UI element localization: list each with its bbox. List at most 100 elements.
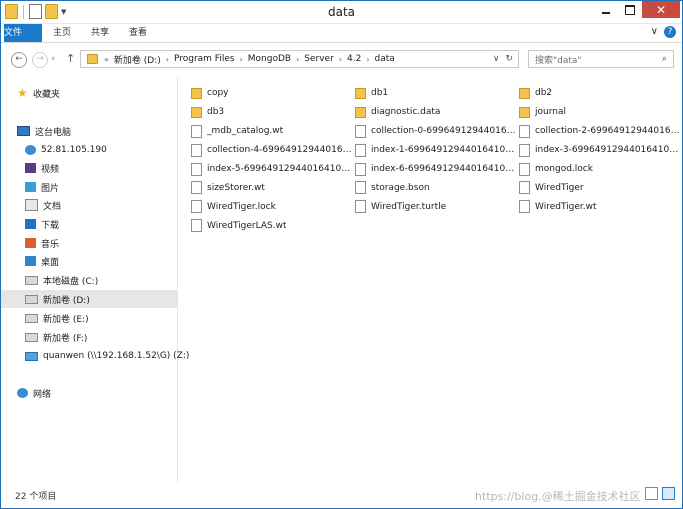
file-icon: [191, 200, 202, 214]
file-name: storage.bson: [371, 182, 430, 193]
file-item[interactable]: mongod.lock: [519, 160, 683, 179]
breadcrumb-item[interactable]: 新加卷 (D:): [114, 53, 161, 66]
file-item[interactable]: storage.bson: [355, 178, 519, 197]
file-grid: copy db1 db2 db3 diagnostic.data journal _mdb_…: [191, 84, 683, 235]
file-item[interactable]: WiredTiger.lock: [191, 197, 355, 216]
sidebar-item-drive-c[interactable]: 本地磁盘 (C:): [25, 271, 177, 289]
folder-item[interactable]: diagnostic.data: [355, 103, 519, 122]
file-item[interactable]: index-3-6996491294401641067.wt: [519, 141, 683, 160]
file-icon: [519, 200, 530, 214]
file-item[interactable]: sizeStorer.wt: [191, 178, 355, 197]
drive-icon: [25, 313, 38, 323]
address-bar[interactable]: « 新加卷 (D:) › Program Files › MongoDB › S…: [80, 50, 519, 68]
search-input[interactable]: 搜索"data" ⌕: [528, 50, 674, 68]
file-icon: [355, 143, 366, 157]
sidebar-item-drive-e[interactable]: 新加卷 (E:): [25, 309, 177, 327]
file-item[interactable]: collection-2-699649129440164107...: [519, 122, 683, 141]
file-item[interactable]: index-6-6996491294401641067.wt: [355, 160, 519, 179]
folder-item[interactable]: db1: [355, 84, 519, 103]
tab-file[interactable]: 文件: [4, 24, 42, 42]
file-name: WiredTigerLAS.wt: [207, 220, 287, 231]
file-name: collection-4-699649129440164107...: [207, 145, 352, 156]
back-button[interactable]: ←: [11, 52, 27, 68]
network-drive-icon: [25, 351, 38, 361]
file-item[interactable]: WiredTiger.turtle: [355, 197, 519, 216]
tab-view[interactable]: 查看: [119, 24, 157, 42]
sidebar-item-network[interactable]: 网络: [17, 384, 177, 402]
file-name: index-1-6996491294401641067.wt: [371, 145, 516, 156]
documents-icon: [25, 199, 38, 211]
sidebar-item-desktop[interactable]: 桌面: [25, 252, 177, 270]
address-dropdown[interactable]: ∨: [493, 54, 500, 64]
downloads-icon: [25, 219, 36, 229]
folder-item[interactable]: db3: [191, 103, 355, 122]
tab-home[interactable]: 主页: [45, 24, 79, 42]
file-item[interactable]: WiredTigerLAS.wt: [191, 216, 355, 235]
navigation-pane: ★ 收藏夹 这台电脑 52.81.105.190 视频 图片 文档 下载 音乐 …: [1, 77, 189, 482]
file-icon: [355, 200, 366, 214]
file-item[interactable]: index-5-6996491294401641067.wt: [191, 160, 355, 179]
maximize-button[interactable]: [618, 1, 642, 18]
expand-ribbon-chevron-icon[interactable]: ∨: [651, 26, 658, 38]
folder-item[interactable]: db2: [519, 84, 683, 103]
file-item[interactable]: WiredTiger.wt: [519, 197, 683, 216]
recent-locations-dropdown[interactable]: ∨: [51, 55, 55, 62]
sidebar-item-drive-d[interactable]: 新加卷 (D:): [1, 290, 177, 308]
file-icon: [191, 162, 202, 176]
file-icon: [355, 124, 366, 138]
list-view-icon[interactable]: [662, 487, 675, 500]
sidebar-item-documents[interactable]: 文档: [25, 196, 177, 214]
sidebar-item-drive-f[interactable]: 新加卷 (F:): [25, 328, 177, 346]
refresh-icon[interactable]: ↻: [505, 54, 513, 64]
sidebar-item-favorites[interactable]: ★ 收藏夹: [17, 84, 177, 102]
file-name: db1: [371, 88, 389, 99]
sidebar-item-pictures[interactable]: 图片: [25, 178, 177, 196]
breadcrumb-item[interactable]: 4.2: [347, 54, 361, 64]
file-item[interactable]: WiredTiger: [519, 178, 683, 197]
breadcrumb-item[interactable]: Server: [304, 54, 334, 64]
file-name: db2: [535, 88, 553, 99]
sidebar-item-videos[interactable]: 视频: [25, 159, 177, 177]
file-name: WiredTiger.turtle: [371, 201, 447, 212]
tab-share[interactable]: 共享: [81, 24, 119, 42]
search-placeholder: 搜索"data": [535, 55, 582, 66]
breadcrumb-item[interactable]: data: [375, 54, 395, 64]
breadcrumb-item[interactable]: Program Files: [174, 54, 235, 64]
close-button[interactable]: ✕: [642, 1, 680, 18]
computer-icon: [17, 126, 30, 136]
explorer-window: ▼ data ✕ 文件 主页 共享 查看 ∨ ? ← → ∨ ↑ « 新加卷 (…: [0, 0, 683, 509]
drive-icon: [25, 332, 38, 342]
file-icon: [519, 143, 530, 157]
file-name: sizeStorer.wt: [207, 182, 265, 193]
desktop-icon: [25, 256, 36, 266]
file-name: index-5-6996491294401641067.wt: [207, 164, 352, 174]
details-view-icon[interactable]: [645, 487, 658, 500]
sidebar-item-music[interactable]: 音乐: [25, 234, 177, 252]
search-icon[interactable]: ⌕: [662, 54, 667, 64]
folder-item[interactable]: copy: [191, 84, 355, 103]
file-name: diagnostic.data: [371, 107, 441, 118]
folder-icon: [355, 87, 366, 99]
up-button[interactable]: ↑: [66, 52, 75, 65]
file-item[interactable]: collection-0-699649129440164107...: [355, 122, 519, 141]
sidebar-item-network-drive-z[interactable]: quanwen (\\192.168.1.52\G) (Z:): [25, 347, 189, 365]
help-icon[interactable]: ?: [664, 26, 676, 38]
file-item[interactable]: index-1-6996491294401641067.wt: [355, 141, 519, 160]
navigation-bar: ← → ∨ ↑ « 新加卷 (D:) › Program Files › Mon…: [1, 46, 682, 74]
file-item[interactable]: _mdb_catalog.wt: [191, 122, 355, 141]
file-name: collection-2-699649129440164107...: [535, 126, 680, 137]
breadcrumb-item[interactable]: MongoDB: [248, 54, 291, 64]
minimize-button[interactable]: [594, 1, 618, 18]
folder-item[interactable]: journal: [519, 103, 683, 122]
sidebar-item-this-pc[interactable]: 这台电脑: [17, 122, 177, 140]
forward-button[interactable]: →: [32, 52, 48, 68]
window-title: data: [327, 5, 356, 19]
drive-icon: [25, 275, 38, 285]
file-icon: [519, 124, 530, 138]
network-icon: [17, 388, 28, 398]
breadcrumb-overflow[interactable]: «: [104, 55, 109, 64]
sidebar-item-downloads[interactable]: 下载: [25, 215, 177, 233]
file-item[interactable]: collection-4-699649129440164107...: [191, 141, 355, 160]
file-name: WiredTiger.wt: [535, 201, 597, 212]
sidebar-item-remote[interactable]: 52.81.105.190: [25, 141, 177, 159]
